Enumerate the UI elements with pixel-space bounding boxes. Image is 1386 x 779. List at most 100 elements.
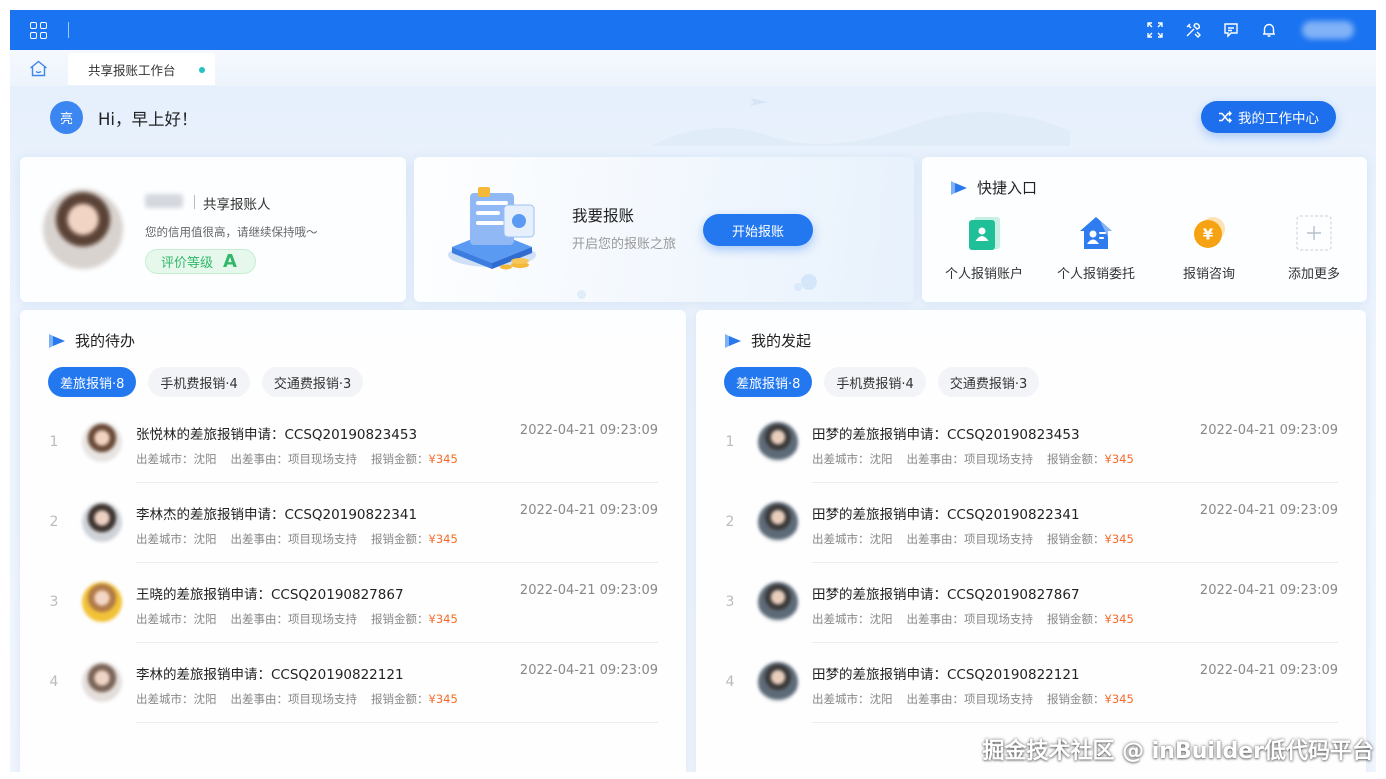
tools-icon[interactable] — [1174, 10, 1212, 50]
filter-phone[interactable]: 手机费报销·4 — [148, 367, 250, 397]
start-reimburse-button[interactable]: 开始报账 — [703, 214, 813, 246]
yuan-consult-icon: ¥ — [1194, 217, 1225, 248]
row-city: 出差城市：沈阳 — [812, 612, 893, 626]
list-item[interactable]: 1 田梦的差旅报销申请：CCSQ20190823453 2022-04-21 0… — [724, 412, 1338, 492]
row-index: 3 — [725, 594, 735, 610]
avatar — [82, 582, 122, 622]
user-name — [145, 194, 183, 208]
decor-bubble — [794, 283, 802, 291]
personal-account-icon — [969, 217, 1000, 250]
divider — [194, 195, 195, 209]
row-reason: 出差事由：项目现场支持 — [906, 612, 1034, 626]
decor-bubble — [577, 290, 586, 299]
row-city: 出差城市：沈阳 — [136, 692, 217, 706]
row-amount-label: 报销金额： — [371, 692, 429, 706]
row-time: 2022-04-21 09:23:09 — [1199, 663, 1338, 678]
section-arrow-icon — [725, 333, 741, 348]
row-title: 张悦林的差旅报销申请：CCSQ20190823453 — [136, 427, 418, 443]
avatar — [758, 582, 798, 622]
row-index: 2 — [49, 514, 59, 530]
row-meta: 出差城市：沈阳 出差事由：项目现场支持 报销金额：¥345 — [136, 611, 458, 627]
message-icon[interactable] — [1212, 10, 1250, 50]
quick-item-consult[interactable]: ¥ 报销咨询 — [1164, 215, 1254, 282]
quick-item-personal-account[interactable]: 个人报销账户 — [939, 215, 1029, 282]
row-meta: 出差城市：沈阳 出差事由：项目现场支持 报销金额：¥345 — [812, 531, 1134, 547]
row-title: 李林杰的差旅报销申请：CCSQ20190822341 — [136, 507, 418, 523]
row-meta: 出差城市：沈阳 出差事由：项目现场支持 报销金额：¥345 — [136, 531, 458, 547]
bell-icon[interactable] — [1250, 10, 1288, 50]
list-item[interactable]: 2 李林杰的差旅报销申请：CCSQ20190822341 2022-04-21 … — [48, 492, 658, 572]
row-divider — [136, 482, 658, 483]
quick-entry-card: 快捷入口 个人报销账户 个人报销委托 ¥ 报销咨询 添加更多 — [922, 157, 1367, 302]
row-title: 田梦的差旅报销申请：CCSQ20190827867 — [812, 587, 1080, 603]
filter-transport[interactable]: 交通费报销·3 — [937, 367, 1040, 397]
row-meta: 出差城市：沈阳 出差事由：项目现场支持 报销金额：¥345 — [812, 451, 1134, 467]
list-item[interactable]: 4 田梦的差旅报销申请：CCSQ20190822121 2022-04-21 0… — [724, 652, 1338, 732]
row-time: 2022-04-21 09:23:09 — [519, 583, 658, 598]
row-time: 2022-04-21 09:23:09 — [1199, 423, 1338, 438]
quick-item-delegate[interactable]: 个人报销委托 — [1051, 215, 1141, 282]
grade-label: 评价等级 — [161, 256, 214, 271]
list-item[interactable]: 3 王晓的差旅报销申请：CCSQ20190827867 2022-04-21 0… — [48, 572, 658, 652]
row-amount-label: 报销金额： — [1047, 532, 1105, 546]
initiated-list: 1 田梦的差旅报销申请：CCSQ20190823453 2022-04-21 0… — [724, 412, 1338, 732]
list-item[interactable]: 1 张悦林的差旅报销申请：CCSQ20190823453 2022-04-21 … — [48, 412, 658, 492]
work-center-button[interactable]: 我的工作中心 — [1201, 101, 1336, 133]
user-menu[interactable] — [1302, 21, 1354, 39]
home-icon[interactable] — [29, 60, 48, 77]
apps-grid-icon[interactable] — [30, 22, 47, 39]
filter-transport[interactable]: 交通费报销·3 — [261, 367, 364, 397]
row-amount-label: 报销金额： — [1047, 692, 1105, 706]
row-divider — [812, 562, 1338, 563]
row-divider — [136, 562, 658, 563]
row-divider — [812, 722, 1338, 723]
section-arrow-icon — [49, 333, 65, 348]
initiated-title: 我的发起 — [751, 332, 812, 350]
row-meta: 出差城市：沈阳 出差事由：项目现场支持 报销金额：¥345 — [136, 451, 458, 467]
row-reason: 出差事由：项目现场支持 — [906, 452, 1034, 466]
row-city: 出差城市：沈阳 — [812, 692, 893, 706]
avatar — [82, 422, 122, 462]
plus-icon — [1296, 215, 1332, 251]
avatar — [758, 502, 798, 542]
row-reason: 出差事由：项目现场支持 — [230, 612, 358, 626]
list-item[interactable]: 3 田梦的差旅报销申请：CCSQ20190827867 2022-04-21 0… — [724, 572, 1338, 652]
row-time: 2022-04-21 09:23:09 — [519, 423, 658, 438]
tab-bar: 共享报账工作台 — [10, 50, 1376, 86]
row-amount: ¥345 — [428, 532, 458, 546]
quick-item-label: 报销咨询 — [1182, 267, 1235, 282]
filter-phone[interactable]: 手机费报销·4 — [824, 367, 926, 397]
avatar — [82, 662, 122, 702]
todo-header: 我的待办 — [48, 330, 135, 351]
quick-item-label: 个人报销账户 — [944, 267, 1023, 282]
row-index: 4 — [49, 674, 59, 690]
grade-value: A — [223, 251, 237, 272]
row-city: 出差城市：沈阳 — [136, 532, 217, 546]
row-amount-label: 报销金额： — [371, 452, 429, 466]
fullscreen-icon[interactable] — [1136, 10, 1174, 50]
row-amount: ¥345 — [1104, 692, 1134, 706]
list-item[interactable]: 4 李林的差旅报销申请：CCSQ20190822121 2022-04-21 0… — [48, 652, 658, 732]
list-item[interactable]: 2 田梦的差旅报销申请：CCSQ20190822341 2022-04-21 0… — [724, 492, 1338, 572]
row-amount-label: 报销金额： — [371, 532, 429, 546]
row-time: 2022-04-21 09:23:09 — [1199, 503, 1338, 518]
tab-shared-workbench[interactable]: 共享报账工作台 — [68, 53, 215, 85]
filter-travel[interactable]: 差旅报销·8 — [48, 367, 137, 397]
filter-travel[interactable]: 差旅报销·8 — [724, 367, 813, 397]
reimburse-illustration — [448, 187, 536, 270]
row-amount-label: 报销金额： — [1047, 452, 1105, 466]
todo-panel: 我的待办 差旅报销·8 手机费报销·4 交通费报销·3 1 张悦林的差旅报销申请… — [20, 310, 686, 772]
row-amount: ¥345 — [1104, 452, 1134, 466]
row-divider — [136, 722, 658, 723]
row-meta: 出差城市：沈阳 出差事由：项目现场支持 报销金额：¥345 — [812, 611, 1134, 627]
quick-item-add-more[interactable]: 添加更多 — [1269, 215, 1359, 282]
delegate-icon — [1080, 217, 1112, 249]
todo-list: 1 张悦林的差旅报销申请：CCSQ20190823453 2022-04-21 … — [48, 412, 658, 732]
row-index: 1 — [49, 434, 59, 450]
initiated-panel: 我的发起 差旅报销·8 手机费报销·4 交通费报销·3 1 田梦的差旅报销申请：… — [696, 310, 1366, 772]
quick-entry-title: 快捷入口 — [977, 179, 1038, 197]
top-actions — [1136, 10, 1376, 50]
section-arrow-icon — [951, 180, 967, 195]
credit-message: 您的信用值很高，请继续保持哦～ — [145, 225, 318, 239]
tab-label: 共享报账工作台 — [88, 62, 176, 78]
